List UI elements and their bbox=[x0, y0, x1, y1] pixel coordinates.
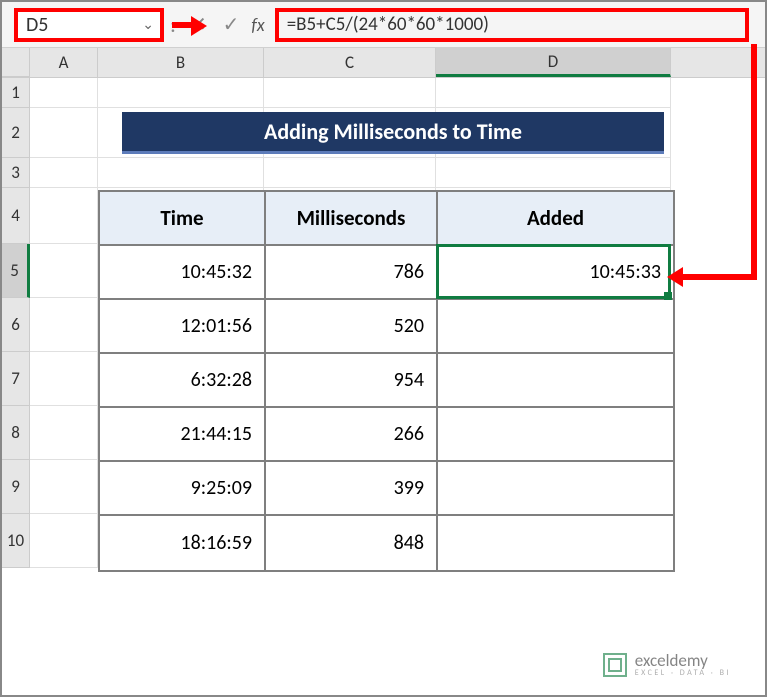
grid-row: 1 bbox=[2, 78, 765, 108]
cell-time[interactable]: 12:01:56 bbox=[100, 300, 266, 354]
select-all-corner[interactable] bbox=[2, 48, 30, 77]
watermark-brand: exceldemy bbox=[635, 652, 731, 669]
row-header-5[interactable]: 5 bbox=[2, 244, 30, 298]
row-header-10[interactable]: 10 bbox=[2, 514, 30, 568]
sheet-title: Adding Milliseconds to Time bbox=[264, 118, 522, 145]
table-row: 18:16:59 848 bbox=[100, 516, 673, 570]
row-header-8[interactable]: 8 bbox=[2, 406, 30, 460]
cell[interactable] bbox=[264, 78, 436, 108]
cell-added[interactable] bbox=[438, 354, 673, 408]
cell[interactable] bbox=[30, 514, 98, 568]
row-header-2[interactable]: 2 bbox=[2, 108, 30, 158]
cell-time[interactable]: 10:45:32 bbox=[100, 246, 266, 300]
row-header-1[interactable]: 1 bbox=[2, 78, 30, 108]
cell[interactable] bbox=[436, 158, 671, 188]
table-header-row: Time Milliseconds Added bbox=[100, 192, 673, 246]
row-header-4[interactable]: 4 bbox=[2, 188, 30, 244]
column-headers-row: A B C D bbox=[2, 48, 765, 78]
cell[interactable] bbox=[30, 352, 98, 406]
table-row: 21:44:15 266 bbox=[100, 408, 673, 462]
table-row: 6:32:28 954 bbox=[100, 354, 673, 408]
cell[interactable] bbox=[30, 188, 98, 244]
watermark: exceldemy EXCEL · DATA · BI bbox=[603, 652, 731, 677]
cell-added[interactable] bbox=[438, 462, 673, 516]
watermark-tagline: EXCEL · DATA · BI bbox=[635, 669, 731, 677]
watermark-text: exceldemy EXCEL · DATA · BI bbox=[635, 652, 731, 677]
exceldemy-logo-icon bbox=[603, 653, 627, 677]
cell-time[interactable]: 9:25:09 bbox=[100, 462, 266, 516]
grid-row: 3 bbox=[2, 158, 765, 188]
cell-ms[interactable]: 954 bbox=[266, 354, 438, 408]
annotation-line-vertical bbox=[751, 44, 757, 276]
cell[interactable] bbox=[30, 244, 98, 298]
row-header-9[interactable]: 9 bbox=[2, 460, 30, 514]
cell-added[interactable] bbox=[438, 516, 673, 570]
col-header-C[interactable]: C bbox=[264, 48, 436, 77]
cell-ms[interactable]: 399 bbox=[266, 462, 438, 516]
cell[interactable] bbox=[30, 158, 98, 188]
cell-time[interactable]: 6:32:28 bbox=[100, 354, 266, 408]
fx-icon[interactable]: fx bbox=[251, 14, 264, 36]
grid-area: 1 2 3 4 5 6 7 bbox=[2, 78, 765, 695]
formula-text: =B5+C5/(24*60*60*1000) bbox=[287, 13, 489, 36]
formula-bar: D5 ⌄ : ✕ ✓ fx =B5+C5/(24*60*60*1000) bbox=[2, 2, 765, 48]
col-header-A[interactable]: A bbox=[30, 48, 98, 77]
name-box[interactable]: D5 ⌄ bbox=[14, 8, 164, 42]
cell-ms[interactable]: 520 bbox=[266, 300, 438, 354]
cell[interactable] bbox=[30, 78, 98, 108]
confirm-check-icon[interactable]: ✓ bbox=[223, 12, 240, 37]
cell[interactable] bbox=[98, 158, 264, 188]
cell[interactable] bbox=[30, 298, 98, 352]
cell-added[interactable] bbox=[438, 300, 673, 354]
formula-input[interactable]: =B5+C5/(24*60*60*1000) bbox=[275, 8, 749, 42]
cell[interactable] bbox=[30, 108, 98, 158]
cell-time[interactable]: 21:44:15 bbox=[100, 408, 266, 462]
cell[interactable] bbox=[264, 158, 436, 188]
table-row: 10:45:32 786 10:45:33 bbox=[100, 246, 673, 300]
annotation-arrowhead-right bbox=[191, 16, 207, 36]
cell-added[interactable] bbox=[438, 408, 673, 462]
cell[interactable] bbox=[30, 406, 98, 460]
cell-time[interactable]: 18:16:59 bbox=[100, 516, 266, 570]
col-header-D[interactable]: D bbox=[436, 48, 671, 77]
cell-reference: D5 bbox=[26, 13, 48, 37]
cell-added[interactable]: 10:45:33 bbox=[438, 246, 673, 300]
cell[interactable] bbox=[30, 460, 98, 514]
data-table: Time Milliseconds Added 10:45:32 786 10:… bbox=[98, 190, 675, 572]
table-row: 9:25:09 399 bbox=[100, 462, 673, 516]
cell[interactable] bbox=[98, 78, 264, 108]
row-header-6[interactable]: 6 bbox=[2, 298, 30, 352]
cell[interactable] bbox=[436, 78, 671, 108]
table-row: 12:01:56 520 bbox=[100, 300, 673, 354]
sheet-title-banner: Adding Milliseconds to Time bbox=[122, 112, 664, 154]
annotation-arrow-start bbox=[172, 22, 192, 28]
row-header-3[interactable]: 3 bbox=[2, 158, 30, 188]
annotation-line-horizontal bbox=[683, 274, 757, 280]
col-header-time[interactable]: Time bbox=[100, 192, 266, 246]
col-header-B[interactable]: B bbox=[98, 48, 264, 77]
row-header-7[interactable]: 7 bbox=[2, 352, 30, 406]
col-header-added[interactable]: Added bbox=[438, 192, 673, 246]
cell-ms[interactable]: 786 bbox=[266, 246, 438, 300]
chevron-down-icon[interactable]: ⌄ bbox=[142, 16, 154, 33]
cell-ms[interactable]: 266 bbox=[266, 408, 438, 462]
annotation-arrowhead-left bbox=[667, 267, 683, 287]
col-header-milliseconds[interactable]: Milliseconds bbox=[266, 192, 438, 246]
cell-ms[interactable]: 848 bbox=[266, 516, 438, 570]
